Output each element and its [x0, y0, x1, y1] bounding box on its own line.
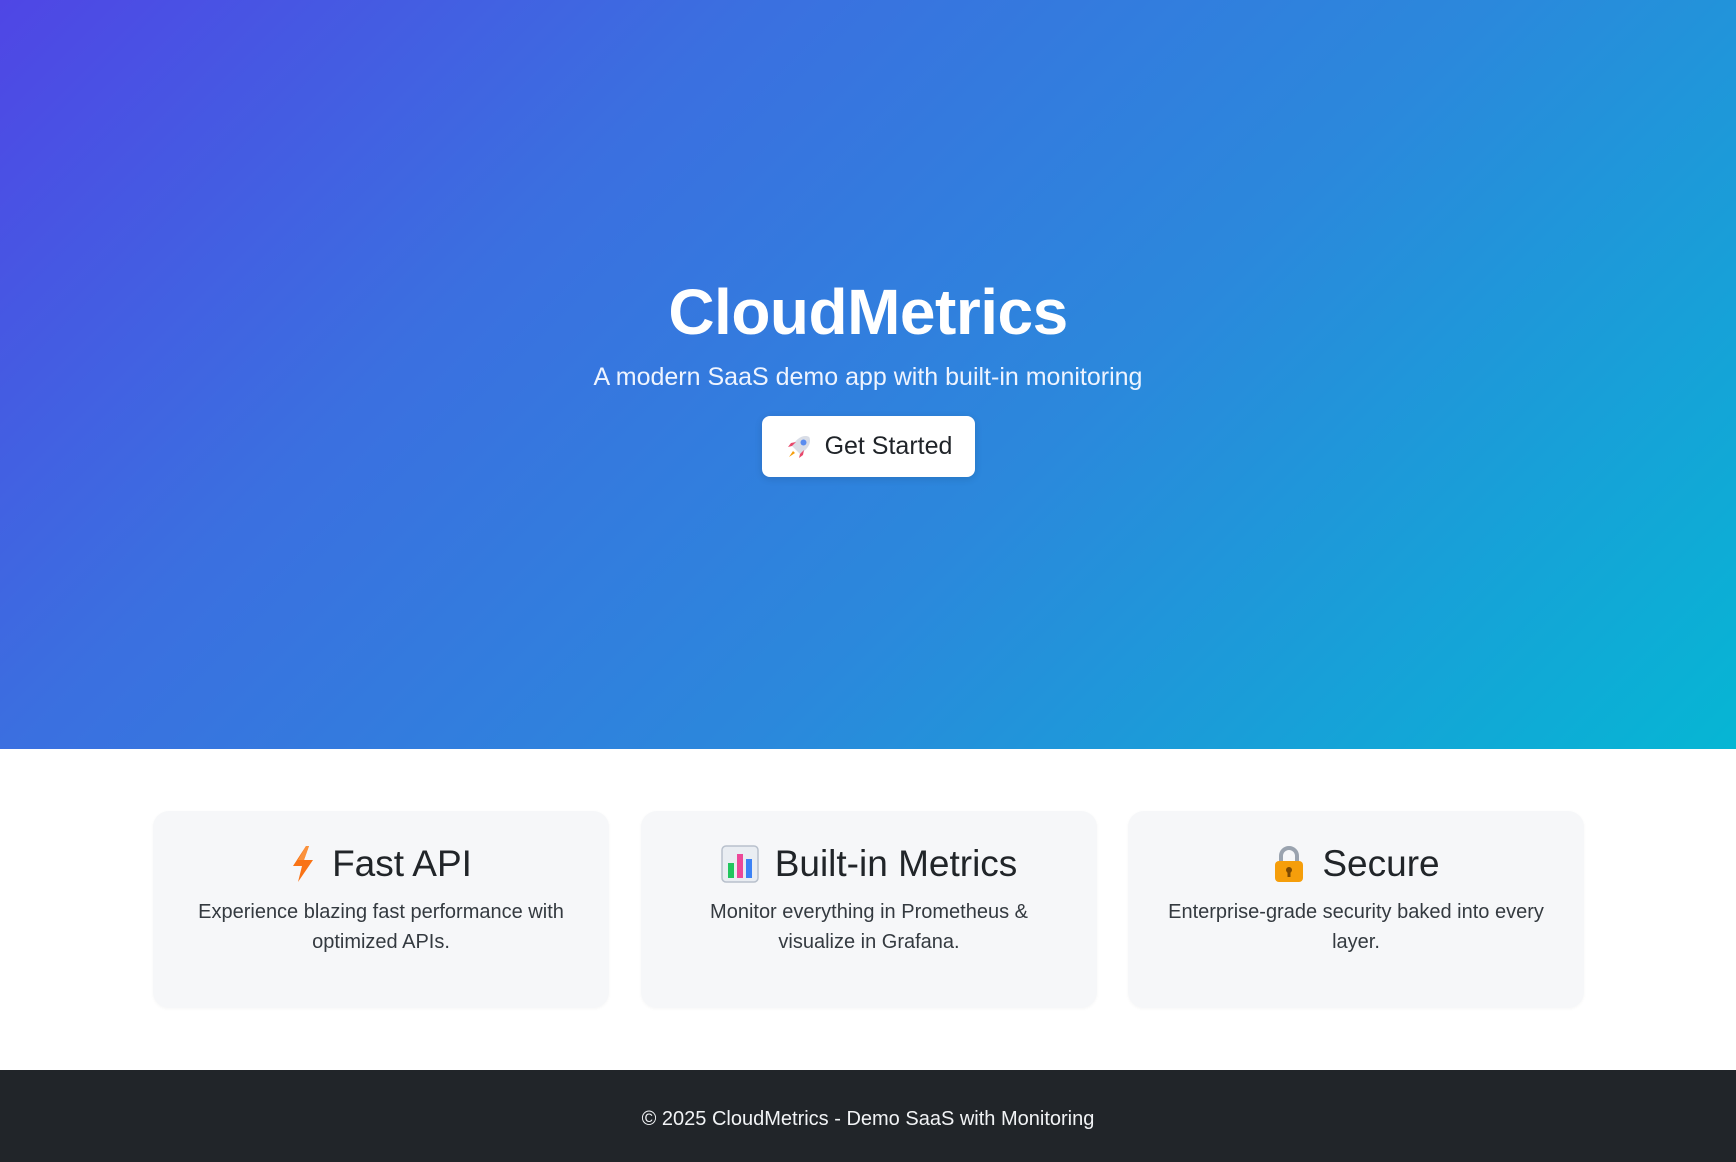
feature-description: Experience blazing fast performance with… [198, 901, 564, 953]
get-started-label: Get Started [824, 432, 953, 460]
feature-description: Enterprise-grade security baked into eve… [1168, 901, 1544, 953]
feature-card-header: Fast API [153, 839, 609, 889]
feature-card-fast-api: Fast API Experience blazing fast perform… [153, 811, 609, 1008]
feature-card-secure: Secure Enterprise-grade security baked i… [1128, 811, 1584, 1008]
feature-card-built-in-metrics: Built-in Metrics Monitor everything in P… [641, 811, 1097, 1008]
lock-icon [1272, 845, 1306, 883]
page-title: CloudMetrics [668, 276, 1068, 348]
feature-description: Monitor everything in Prometheus & visua… [710, 901, 1028, 953]
hero-subtitle: A modern SaaS demo app with built-in mon… [593, 363, 1143, 391]
feature-title: Fast API [332, 843, 472, 884]
bar-chart-icon [720, 845, 759, 883]
feature-title: Built-in Metrics [774, 843, 1018, 884]
rocket-icon [785, 433, 813, 461]
feature-card-header: Secure [1128, 839, 1584, 889]
features-section: Fast API Experience blazing fast perform… [0, 749, 1736, 1070]
feature-title: Secure [1322, 843, 1440, 884]
feature-card-header: Built-in Metrics [641, 839, 1097, 889]
footer: © 2025 CloudMetrics - Demo SaaS with Mon… [0, 1070, 1736, 1162]
get-started-button[interactable]: Get Started [762, 416, 975, 477]
lightning-icon [290, 845, 316, 883]
footer-copyright: © 2025 CloudMetrics - Demo SaaS with Mon… [641, 1108, 1095, 1130]
hero-section: CloudMetrics A modern SaaS demo app with… [0, 0, 1736, 749]
